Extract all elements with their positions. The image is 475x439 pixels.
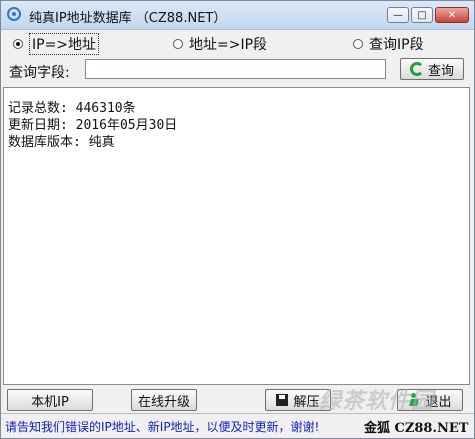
status-brand: 金狐 CZ88.NET xyxy=(364,421,469,436)
window-title: 纯真IP地址数据库 （CZ88.NET） xyxy=(29,11,227,26)
status-bar: 请告知我们错误的IP地址、新IP地址，以便及时更新，谢谢! 金狐 CZ88.NE… xyxy=(1,413,474,437)
mode-radio-query-ip-range[interactable]: 查询IP段 xyxy=(353,35,424,53)
radio-unselected-icon xyxy=(353,39,363,49)
status-message: 请告知我们错误的IP地址、新IP地址，以便及时更新，谢谢! xyxy=(5,420,320,434)
radio-selected-icon xyxy=(13,39,23,49)
query-field-label: 查询字段: xyxy=(9,65,70,81)
main-panel: IP=>地址 地址=>IP段 查询IP段 查询字段: 查询 记录总数: 4463… xyxy=(1,30,474,438)
radio-unselected-icon xyxy=(173,39,183,49)
title-bar[interactable]: 纯真IP地址数据库 （CZ88.NET） — □ ✕ xyxy=(1,1,474,30)
close-button[interactable]: ✕ xyxy=(435,7,469,23)
query-button[interactable]: 查询 xyxy=(400,58,464,80)
refresh-icon xyxy=(409,62,424,76)
mode-radio-address-to-ip-range[interactable]: 地址=>IP段 xyxy=(173,35,267,53)
maximize-button[interactable]: □ xyxy=(411,7,433,23)
result-line: 记录总数: 446310条 xyxy=(8,101,136,116)
result-line: 数据库版本: 纯真 xyxy=(8,135,115,150)
app-logo-icon xyxy=(7,7,21,21)
mode-label: 地址=>IP段 xyxy=(189,37,268,53)
local-ip-button[interactable]: 本机IP xyxy=(7,389,93,411)
result-line: 更新日期: 2016年05月30日 xyxy=(8,118,178,133)
unzip-button-label: 解压 xyxy=(293,394,320,410)
query-button-label: 查询 xyxy=(427,63,454,79)
watermark: 绿茶软件园 xyxy=(319,389,435,414)
online-upgrade-button[interactable]: 在线升级 xyxy=(131,389,197,411)
minimize-button[interactable]: — xyxy=(387,7,409,23)
result-text-area[interactable]: 记录总数: 446310条 更新日期: 2016年05月30日 数据库版本: 纯… xyxy=(3,87,470,385)
mode-label: 查询IP段 xyxy=(369,37,424,53)
mode-radio-ip-to-address[interactable]: IP=>地址 xyxy=(13,33,100,55)
query-input[interactable] xyxy=(85,59,386,79)
app-window: 纯真IP地址数据库 （CZ88.NET） — □ ✕ IP=>地址 地址=>IP… xyxy=(0,0,475,439)
mode-label: IP=>地址 xyxy=(29,33,100,55)
disk-icon xyxy=(276,394,289,406)
